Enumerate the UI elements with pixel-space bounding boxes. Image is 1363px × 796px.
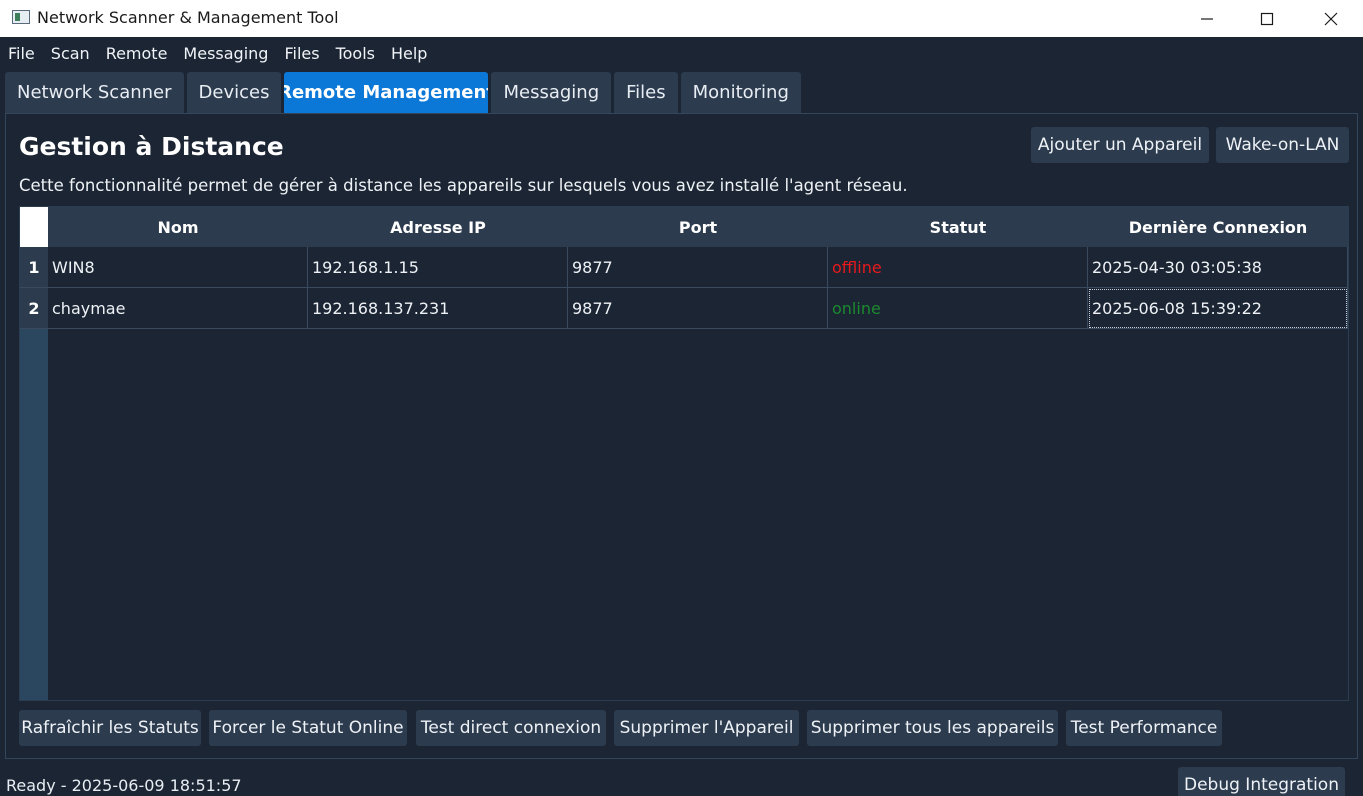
cell-name[interactable]: chaymae bbox=[48, 288, 308, 329]
menu-files[interactable]: Files bbox=[278, 44, 325, 63]
tab-messaging[interactable]: Messaging bbox=[491, 72, 612, 113]
row-number[interactable]: 2 bbox=[20, 288, 48, 329]
cell-status-online[interactable]: online bbox=[828, 288, 1088, 329]
cell-status-offline[interactable]: offline bbox=[828, 247, 1088, 288]
wake-on-lan-button[interactable]: Wake-on-LAN bbox=[1216, 127, 1349, 163]
refresh-status-button[interactable]: Rafraîchir les Statuts bbox=[19, 710, 201, 746]
window-title: Network Scanner & Management Tool bbox=[37, 8, 339, 27]
tab-monitoring[interactable]: Monitoring bbox=[680, 72, 801, 113]
minimize-button[interactable] bbox=[1176, 0, 1238, 37]
delete-device-button[interactable]: Supprimer l'Appareil bbox=[614, 710, 799, 746]
debug-integration-button[interactable]: Debug Integration bbox=[1178, 767, 1345, 796]
table-row[interactable]: 1 WIN8 192.168.1.15 9877 offline 2025-04… bbox=[20, 247, 1348, 288]
add-device-button[interactable]: Ajouter un Appareil bbox=[1031, 127, 1209, 163]
test-connection-button[interactable]: Test direct connexion bbox=[416, 710, 606, 746]
test-performance-button[interactable]: Test Performance bbox=[1066, 710, 1222, 746]
column-header-statut[interactable]: Statut bbox=[828, 207, 1088, 247]
menu-bar: File Scan Remote Messaging Files Tools H… bbox=[0, 37, 1363, 69]
devices-table: Nom Adresse IP Port Statut Dernière Conn… bbox=[19, 206, 1349, 701]
maximize-button[interactable] bbox=[1236, 0, 1298, 37]
delete-all-devices-button[interactable]: Supprimer tous les appareils bbox=[807, 710, 1058, 746]
minimize-icon bbox=[1201, 17, 1213, 20]
menu-remote[interactable]: Remote bbox=[100, 44, 174, 63]
row-number[interactable]: 1 bbox=[20, 247, 48, 288]
page-title: Gestion à Distance bbox=[19, 132, 284, 161]
column-header-nom[interactable]: Nom bbox=[48, 207, 308, 247]
column-header-last-connection[interactable]: Dernière Connexion bbox=[1088, 207, 1348, 247]
table-corner-button[interactable] bbox=[20, 207, 48, 247]
column-header-ip[interactable]: Adresse IP bbox=[308, 207, 568, 247]
title-bar: Network Scanner & Management Tool bbox=[0, 0, 1363, 37]
force-online-button[interactable]: Forcer le Statut Online bbox=[209, 710, 407, 746]
cell-name[interactable]: WIN8 bbox=[48, 247, 308, 288]
tab-bar: Network Scanner Devices Remote Managemen… bbox=[5, 72, 804, 113]
close-button[interactable] bbox=[1300, 0, 1362, 37]
tab-remote-management[interactable]: Remote Management bbox=[284, 72, 489, 113]
menu-file[interactable]: File bbox=[2, 44, 41, 63]
cell-last-connection[interactable]: 2025-06-08 15:39:22 bbox=[1088, 288, 1348, 329]
cell-ip[interactable]: 192.168.137.231 bbox=[308, 288, 568, 329]
remote-management-panel: Gestion à Distance Ajouter un Appareil W… bbox=[5, 113, 1358, 759]
app-icon bbox=[12, 10, 30, 24]
cell-port[interactable]: 9877 bbox=[568, 288, 828, 329]
menu-help[interactable]: Help bbox=[385, 44, 433, 63]
maximize-icon bbox=[1260, 12, 1274, 25]
table-row[interactable]: 2 chaymae 192.168.137.231 9877 online 20… bbox=[20, 288, 1348, 329]
tab-files[interactable]: Files bbox=[614, 72, 678, 113]
tab-devices[interactable]: Devices bbox=[186, 72, 282, 113]
menu-messaging[interactable]: Messaging bbox=[177, 44, 274, 63]
cell-port[interactable]: 9877 bbox=[568, 247, 828, 288]
menu-tools[interactable]: Tools bbox=[330, 44, 381, 63]
tab-network-scanner[interactable]: Network Scanner bbox=[5, 72, 184, 113]
status-text: Ready - 2025-06-09 18:51:57 bbox=[6, 776, 242, 795]
close-icon bbox=[1324, 12, 1338, 25]
menu-scan[interactable]: Scan bbox=[45, 44, 96, 63]
cell-ip[interactable]: 192.168.1.15 bbox=[308, 247, 568, 288]
table-header: Nom Adresse IP Port Statut Dernière Conn… bbox=[48, 207, 1348, 247]
cell-last-connection[interactable]: 2025-04-30 03:05:38 bbox=[1088, 247, 1348, 288]
column-header-port[interactable]: Port bbox=[568, 207, 828, 247]
page-description: Cette fonctionnalité permet de gérer à d… bbox=[19, 176, 908, 195]
